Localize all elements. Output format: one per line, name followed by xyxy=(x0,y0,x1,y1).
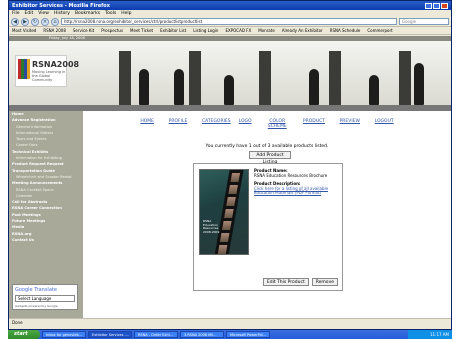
rsna-logo[interactable]: RSNA2008 Moving Learning in the Global C… xyxy=(15,55,79,87)
sidebar-item[interactable]: Contact Us xyxy=(9,237,83,243)
bookmark-item[interactable]: Service Kit xyxy=(73,28,94,33)
site-banner: RSNA2008 Moving Learning in the Global C… xyxy=(9,41,451,111)
nav-home[interactable]: HOME xyxy=(140,119,154,129)
exhibitor-nav: HOME PROFILE CATEGORIES LOGO COLOR SCHEM… xyxy=(83,119,451,129)
window-title: Exhibitor Services - Mozilla Firefox xyxy=(12,2,110,9)
remove-product-button[interactable]: Remove xyxy=(311,278,338,286)
edit-product-button[interactable]: Edit This Product xyxy=(262,278,309,286)
minimize-button[interactable] xyxy=(425,2,432,9)
system-clock: 11:17 AM xyxy=(408,330,452,339)
product-description-link[interactable]: Click here for a listing of all availabl… xyxy=(254,186,328,196)
banner-figure xyxy=(224,75,234,105)
nav-product[interactable]: PRODUCT xyxy=(303,119,325,129)
bookmarks-toolbar: Most Visited RSNA 2008 Service Kit Prosp… xyxy=(9,27,451,35)
menu-bar: File Edit View History Bookmarks Tools H… xyxy=(9,10,451,17)
sidebar: Home Advance Registration General Informat… xyxy=(9,111,83,319)
reload-icon[interactable]: ↻ xyxy=(31,17,39,26)
google-translate-logo: Google Translate xyxy=(15,287,57,293)
start-button[interactable]: start xyxy=(8,330,40,339)
bookmark-item[interactable]: EXPOCAD FX xyxy=(225,28,251,33)
nav-color-scheme[interactable]: COLOR SCHEME xyxy=(266,119,288,129)
bookmark-item[interactable]: Monrate xyxy=(258,28,275,33)
menu-view[interactable]: View xyxy=(38,11,49,16)
logo-tagline: Moving Learning in the Global Community xyxy=(32,70,66,82)
menu-tools[interactable]: Tools xyxy=(105,11,116,16)
navigation-toolbar: ◀ ▶ ↻ × ⌂ http://rsna2008.rsna.org/exhib… xyxy=(9,17,451,27)
menu-history[interactable]: History xyxy=(54,11,70,16)
browser-window: Exhibitor Services - Mozilla Firefox Fil… xyxy=(8,0,452,330)
google-translate-widget: Google Translate Select Language Gadgets… xyxy=(12,284,78,310)
banner-column xyxy=(189,51,201,107)
nav-categories[interactable]: CATEGORIES xyxy=(202,119,231,129)
product-count-note: You currently have 1 out of 3 available … xyxy=(205,144,329,149)
bookmark-item[interactable]: Most Visited xyxy=(12,28,36,33)
film-strip-icon xyxy=(214,170,244,254)
bookmark-item[interactable]: RSNA 2008 xyxy=(43,28,66,33)
taskbar-item[interactable]: 3.RSNA 2008 Mil... xyxy=(180,331,224,338)
banner-column xyxy=(329,51,341,107)
maximize-button[interactable] xyxy=(433,2,440,9)
page-content: Friday, July 18, 2008 RSNA2008 Moving Le… xyxy=(9,36,451,319)
menu-bookmarks[interactable]: Bookmarks xyxy=(75,11,100,16)
banner-column xyxy=(259,51,271,107)
nav-logout[interactable]: LOGOUT xyxy=(375,119,394,129)
product-card: RSNA Education Resources 2008-2009 Produ… xyxy=(193,163,343,291)
close-button[interactable] xyxy=(441,2,448,9)
home-icon[interactable]: ⌂ xyxy=(51,17,59,26)
banner-column xyxy=(399,51,411,107)
bookmark-item[interactable]: Exhibitor List xyxy=(160,28,186,33)
back-icon[interactable]: ◀ xyxy=(11,17,19,26)
add-product-button[interactable]: Add Product Listing xyxy=(249,151,291,165)
menu-edit[interactable]: Edit xyxy=(25,11,34,16)
logo-name: RSNA2008 xyxy=(32,60,80,69)
address-bar[interactable]: http://rsna2008.rsna.org/exhibitor_servi… xyxy=(61,18,397,25)
banner-figure xyxy=(369,75,379,105)
nav-profile[interactable]: PROFILE xyxy=(169,119,188,129)
bookmark-item[interactable]: Prospectus xyxy=(101,28,123,33)
stop-icon[interactable]: × xyxy=(41,17,49,26)
rsna-logo-mark-icon xyxy=(18,59,30,79)
nav-logo[interactable]: LOGO xyxy=(239,119,252,129)
bookmark-item[interactable]: Listing Login xyxy=(193,28,218,33)
product-name: RSNA Education Resources Brochure xyxy=(254,172,328,178)
powered-by-text: Gadgets powered by Google xyxy=(15,304,58,308)
taskbar-item[interactable]: Microsoft PowerPoi... xyxy=(226,331,270,338)
menu-file[interactable]: File xyxy=(12,11,20,16)
taskbar-item[interactable]: RSNA - Order Exhi... xyxy=(134,331,178,338)
menu-help[interactable]: Help xyxy=(121,11,131,16)
bookmark-item[interactable]: Meet Ticket xyxy=(130,28,153,33)
taskbar-item[interactable]: Inbox for genevieb... xyxy=(42,331,86,338)
banner-figure xyxy=(174,69,184,105)
status-text: Done xyxy=(12,320,23,325)
product-actions: Edit This Product Remove xyxy=(262,278,338,286)
taskbar: start Inbox for genevieb... Exhibitor Se… xyxy=(8,330,452,339)
banner-figure xyxy=(309,69,319,105)
banner-figure xyxy=(139,69,149,105)
main-panel: HOME PROFILE CATEGORIES LOGO COLOR SCHEM… xyxy=(83,111,451,319)
banner-column xyxy=(119,51,131,107)
bookmark-item[interactable]: Already An Exhibitor xyxy=(282,28,323,33)
bookmark-item[interactable]: RSNA Schedule xyxy=(330,28,361,33)
taskbar-item[interactable]: Exhibitor Services -... xyxy=(88,331,132,338)
forward-icon[interactable]: ▶ xyxy=(21,17,29,26)
thumbnail-title: RSNA Education Resources 2008-2009 xyxy=(203,219,220,234)
status-bar: Done xyxy=(9,318,451,329)
banner-figure xyxy=(414,63,424,105)
product-info: Product Name: RSNA Education Resources B… xyxy=(254,168,340,196)
nav-preview[interactable]: PREVIEW xyxy=(340,119,360,129)
search-input[interactable]: Google xyxy=(399,18,449,25)
language-select[interactable]: Select Language xyxy=(15,295,75,302)
bookmark-item[interactable]: Commerport xyxy=(367,28,392,33)
product-thumbnail[interactable]: RSNA Education Resources 2008-2009 xyxy=(199,169,249,255)
title-bar[interactable]: Exhibitor Services - Mozilla Firefox xyxy=(9,1,451,10)
